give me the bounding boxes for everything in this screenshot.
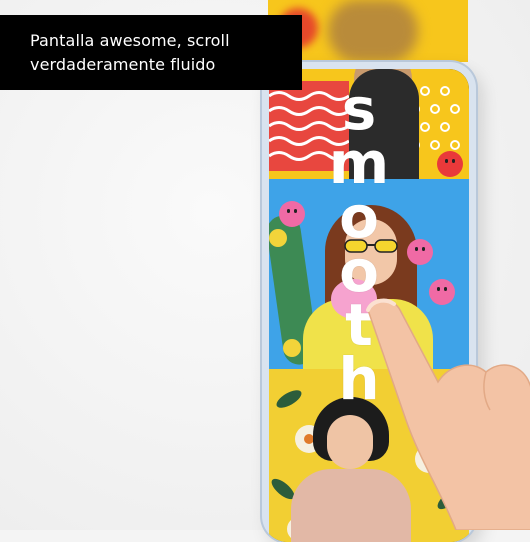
skateboard-wheel xyxy=(269,229,287,247)
caption-line-2: verdaderamente fluido xyxy=(30,54,216,74)
smooth-letter: s xyxy=(341,75,377,143)
smiley-icon xyxy=(407,239,433,265)
caption-banner: Pantalla awesome, scroll verdaderamente … xyxy=(0,15,302,90)
smiley-icon xyxy=(279,201,305,227)
smiley-icon xyxy=(437,151,463,177)
smooth-letter: o xyxy=(339,183,379,251)
caption-line-1: Pantalla awesome, scroll xyxy=(30,30,230,50)
skateboard-wheel xyxy=(283,339,301,357)
smooth-letter: m xyxy=(328,129,390,197)
hand-touching-screen xyxy=(366,298,530,530)
